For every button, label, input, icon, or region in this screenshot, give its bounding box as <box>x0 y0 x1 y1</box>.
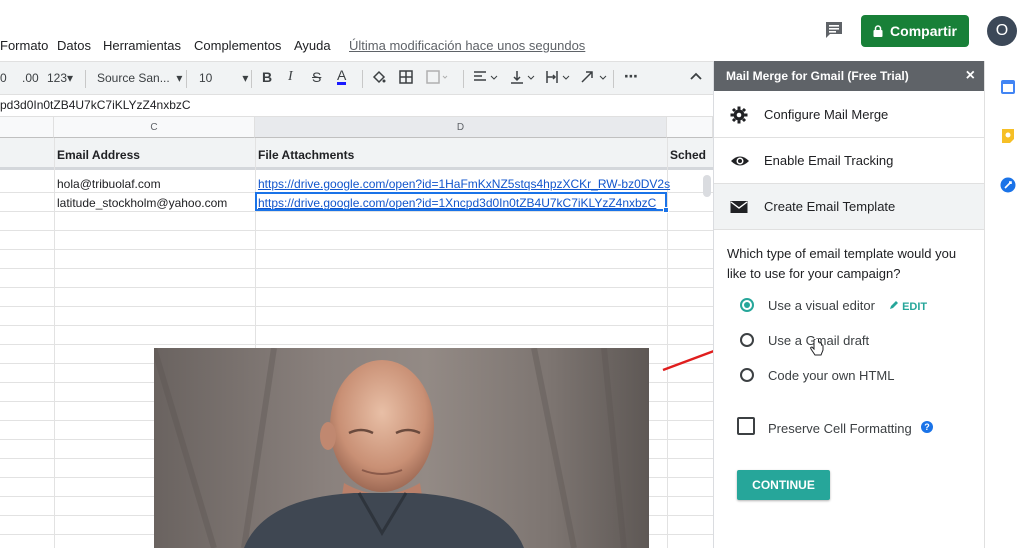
grid-line <box>0 268 713 269</box>
panel-item-label: Enable Email Tracking <box>764 153 894 168</box>
toolbar-divider <box>186 70 187 88</box>
menu-complementos[interactable]: Complementos <box>194 38 281 53</box>
column-header-b[interactable] <box>0 117 54 138</box>
panel-item-tracking[interactable]: Enable Email Tracking <box>714 138 985 184</box>
last-modified-link[interactable]: Última modificación hace unos segundos <box>349 38 585 53</box>
more-options-icon[interactable]: ⋯ <box>624 68 638 85</box>
font-size-label: 10 <box>199 71 213 85</box>
column-header-c[interactable]: C <box>54 117 255 138</box>
grid-line <box>0 211 713 212</box>
decrease-decimal-button[interactable]: 0 <box>0 71 7 85</box>
selected-cell[interactable] <box>255 192 667 211</box>
grid-line <box>0 344 713 345</box>
toolbar-divider <box>251 70 252 88</box>
hand-cursor-icon <box>810 339 824 356</box>
collapse-toolbar-icon[interactable] <box>690 72 702 80</box>
eye-icon <box>731 156 749 166</box>
radio-gmail-draft[interactable] <box>740 333 754 347</box>
pencil-icon <box>890 301 898 309</box>
side-apps-strip <box>984 61 1025 548</box>
share-button[interactable]: Compartir <box>861 15 969 47</box>
envelope-icon <box>730 201 748 213</box>
close-icon[interactable]: × <box>966 61 975 91</box>
avatar[interactable]: O <box>987 16 1017 46</box>
radio-code-html[interactable] <box>740 368 754 382</box>
font-family-label: Source San... <box>97 71 170 85</box>
mail-merge-sidebar: Mail Merge for Gmail (Free Trial) × Conf… <box>713 61 985 548</box>
merge-cells-icon[interactable] <box>426 70 448 84</box>
toolbar: 0 .00 123▾ Source San... ▾ 10 ▾ B I S A … <box>0 61 713 95</box>
help-icon[interactable]: ? <box>921 421 933 433</box>
panel-header: Mail Merge for Gmail (Free Trial) × <box>714 61 985 91</box>
menu-herramientas[interactable]: Herramientas <box>103 38 181 53</box>
tasks-icon[interactable] <box>1000 177 1016 193</box>
bold-button[interactable]: B <box>262 69 272 85</box>
grid-line <box>54 138 55 548</box>
menu-ayuda[interactable]: Ayuda <box>294 38 331 53</box>
radio-visual-editor[interactable] <box>740 298 754 312</box>
vertical-align-icon[interactable] <box>510 70 536 84</box>
cell-email[interactable]: hola@tribuolaf.com <box>57 177 161 191</box>
strikethrough-button[interactable]: S <box>312 69 321 85</box>
toolbar-divider <box>85 70 86 88</box>
fill-color-icon[interactable] <box>372 70 386 84</box>
panel-item-template[interactable]: Create Email Template <box>714 184 985 230</box>
comment-icon[interactable] <box>824 20 844 40</box>
toolbar-divider <box>613 70 614 88</box>
fill-handle[interactable] <box>663 207 669 213</box>
formula-bar[interactable]: pd3d0In0tZB4U7kC7iKLYzZ4nxbzC <box>0 96 713 117</box>
panel-item-configure[interactable]: Configure Mail Merge <box>714 92 985 138</box>
font-family-select[interactable]: Source San... ▾ <box>97 71 182 85</box>
text-wrap-icon[interactable] <box>545 70 571 84</box>
column-header-d[interactable]: D <box>255 117 667 138</box>
toolbar-divider <box>362 70 363 88</box>
grid-line <box>0 287 713 288</box>
calendar-icon[interactable] <box>1000 79 1016 95</box>
option-visual-editor-label[interactable]: Use a visual editor <box>768 298 875 313</box>
number-format-label: 123 <box>47 71 68 85</box>
gear-icon <box>730 106 748 124</box>
toolbar-divider <box>463 70 464 88</box>
preserve-formatting-checkbox[interactable] <box>737 417 755 435</box>
increase-decimal-button[interactable]: .00 <box>22 71 39 85</box>
top-bar: Formato Datos Herramientas Complementos … <box>0 0 1025 60</box>
header-email[interactable]: Email Address <box>57 148 140 162</box>
cell-attachment-link[interactable]: https://drive.google.com/open?id=1HaFmKx… <box>258 177 670 191</box>
webcam-video <box>154 348 649 548</box>
lock-icon <box>873 25 883 37</box>
share-label: Compartir <box>890 23 957 39</box>
preserve-formatting-label[interactable]: Preserve Cell Formatting <box>768 421 912 436</box>
grid-line <box>0 230 713 231</box>
column-header-e[interactable] <box>667 117 713 138</box>
edit-link[interactable]: EDIT <box>889 300 927 313</box>
grid-line <box>0 306 713 307</box>
panel-item-label: Create Email Template <box>764 199 896 214</box>
cell-email[interactable]: latitude_stockholm@yahoo.com <box>57 196 227 210</box>
font-size-select[interactable]: 10 ▾ <box>199 71 248 85</box>
header-schedule[interactable]: Sched <box>670 148 706 162</box>
option-code-html-label[interactable]: Code your own HTML <box>768 368 894 383</box>
text-color-button[interactable]: A <box>337 68 347 85</box>
grid-line <box>0 249 713 250</box>
presenter-image <box>154 348 627 548</box>
panel-item-label: Configure Mail Merge <box>764 107 889 122</box>
template-question: Which type of email template would you l… <box>727 246 957 281</box>
text-rotation-icon[interactable] <box>580 70 608 84</box>
grid-line <box>0 325 713 326</box>
number-format-button[interactable]: 123▾ <box>47 71 73 85</box>
align-left-icon[interactable] <box>473 70 499 84</box>
vertical-scrollbar[interactable] <box>703 175 711 197</box>
panel-title: Mail Merge for Gmail (Free Trial) <box>726 69 909 83</box>
menu-formato[interactable]: Formato <box>0 38 48 53</box>
keep-icon[interactable] <box>1001 128 1015 144</box>
continue-button[interactable]: CONTINUE <box>737 470 830 500</box>
borders-icon[interactable] <box>399 70 413 84</box>
edit-label: EDIT <box>902 301 928 313</box>
menu-datos[interactable]: Datos <box>57 38 91 53</box>
italic-button[interactable]: I <box>288 69 293 85</box>
header-attachments[interactable]: File Attachments <box>258 148 354 162</box>
